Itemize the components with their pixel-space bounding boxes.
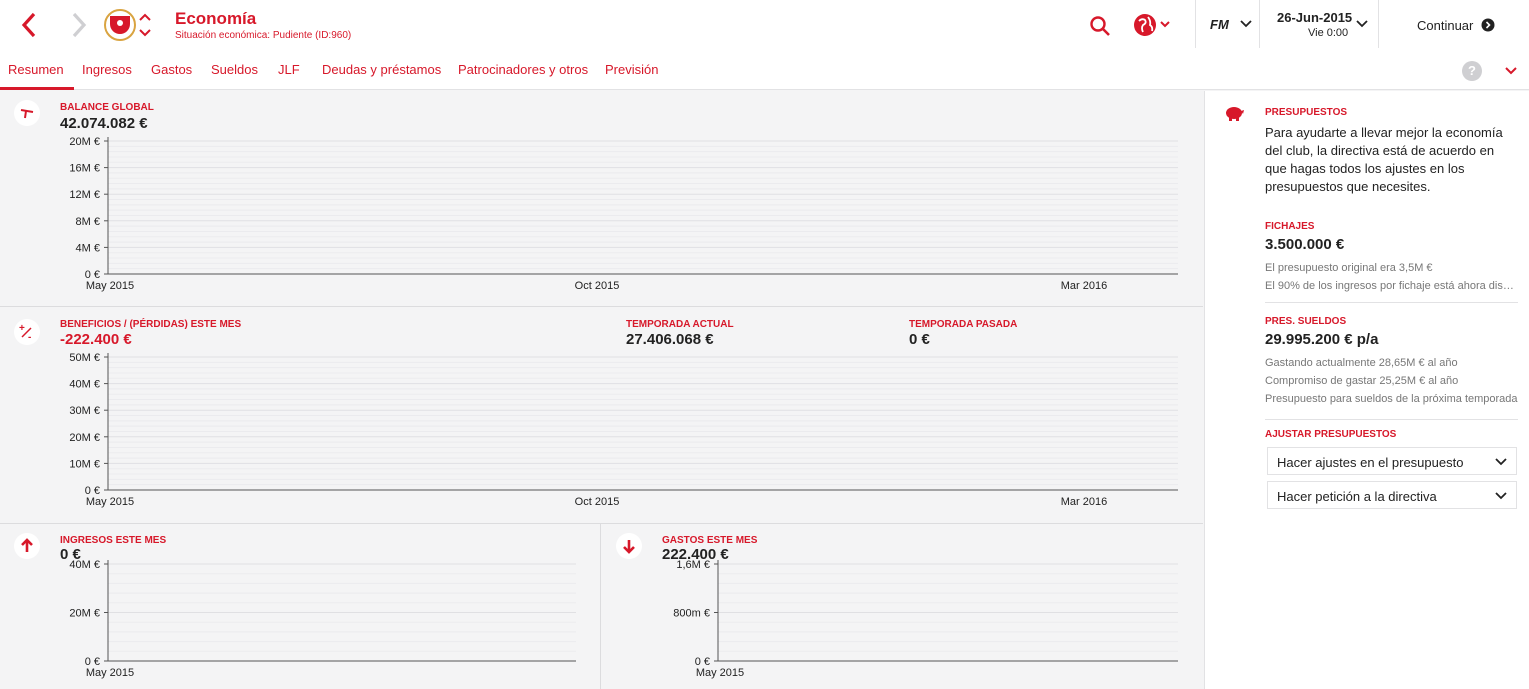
divider <box>1265 302 1518 303</box>
x-tick-label: Mar 2016 <box>1061 496 1107 508</box>
y-tick-label: 800m € <box>673 608 710 620</box>
tab-jlf[interactable]: JLF <box>278 62 300 77</box>
x-tick-label: May 2015 <box>86 667 134 679</box>
page-title: Economía <box>175 9 257 28</box>
fm-logo: FM <box>1210 17 1229 32</box>
date-menu[interactable]: 26-Jun-2015 Vie 0:00 <box>1259 0 1378 48</box>
adjust-budget-dropdown[interactable]: Hacer ajustes en el presupuesto <box>1267 447 1517 475</box>
top-bar: Economía Situación económica: Pudiente (… <box>0 0 1529 52</box>
current-time: Vie 0:00 <box>1308 27 1349 39</box>
y-tick-label: 10M € <box>69 458 100 470</box>
dropdown-label: Hacer petición a la directiva <box>1277 489 1437 504</box>
wages-note: Compromiso de gastar 25,25M € al año <box>1265 375 1459 387</box>
x-tick-label: May 2015 <box>696 667 744 679</box>
balance-panel: BALANCE GLOBAL 42.074.082 € 0 €4M €8M €1… <box>0 91 1203 307</box>
chevron-down-icon <box>1495 458 1507 466</box>
forward-arrow-icon[interactable] <box>66 10 90 40</box>
tab-prevision[interactable]: Previsión <box>605 62 658 77</box>
transfers-value: 3.500.000 € <box>1265 236 1345 253</box>
profit-chart: 0 €10M €20M €30M €40M €50M €May 2015 Oct … <box>69 352 1178 508</box>
wages-label: PRES. SUELDOS <box>1265 316 1347 327</box>
club-switch-icon[interactable] <box>138 12 152 38</box>
chevron-down-icon[interactable] <box>1504 66 1518 76</box>
wages-note: Presupuesto para sueldos de la próxima t… <box>1265 393 1518 405</box>
y-tick-label: 40M € <box>69 559 100 571</box>
plot-area <box>108 560 576 661</box>
dropdown-label: Hacer ajustes en el presupuesto <box>1277 455 1464 470</box>
y-tick-label: 50M € <box>69 352 100 364</box>
continue-label: Continuar <box>1417 18 1474 33</box>
y-tick-label: 20M € <box>69 136 100 148</box>
divider <box>1265 419 1518 420</box>
help-icon[interactable]: ? <box>1462 61 1482 81</box>
chevron-down-icon <box>1495 492 1507 500</box>
page-subtitle: Situación económica: Pudiente (ID:960) <box>175 30 352 41</box>
budget-sidebar: PRESUPUESTOS Para ayudarte a llevar mejo… <box>1204 91 1529 689</box>
chevron-down-icon <box>1356 20 1368 28</box>
y-tick-label: 1,6M € <box>676 559 710 571</box>
income-chart: 0 €20M €40M €May 2015 <box>69 559 576 679</box>
tab-resumen[interactable]: Resumen <box>8 62 64 77</box>
globe-icon[interactable] <box>1133 13 1175 37</box>
wages-value: 29.995.200 € p/a <box>1265 331 1379 348</box>
y-tick-label: 12M € <box>69 189 100 201</box>
tab-patrocinadores[interactable]: Patrocinadores y otros <box>458 62 588 77</box>
y-tick-label: 30M € <box>69 405 100 417</box>
y-tick-label: 40M € <box>69 379 100 391</box>
tab-bar: Resumen Ingresos Gastos Sueldos JLF Deud… <box>0 52 1529 90</box>
current-date: 26-Jun-2015 <box>1277 10 1353 25</box>
x-tick-label: May 2015 <box>86 280 134 292</box>
y-tick-label: 20M € <box>69 432 100 444</box>
balance-chart: 0 €4M €8M €12M €16M €20M €May 2015 Oct 20… <box>69 136 1178 292</box>
transfers-label: FICHAJES <box>1265 221 1315 232</box>
transfers-note: El presupuesto original era 3,5M € <box>1265 262 1433 274</box>
main-content: BALANCE GLOBAL 42.074.082 € 0 €4M €8M €1… <box>0 91 1203 689</box>
x-tick-label: Oct 2015 <box>575 280 620 292</box>
expenses-panel: GASTOS ESTE MES 222.400 € 0 €800m €1,6M … <box>602 524 1203 689</box>
budgets-text: Para ayudarte a llevar mejor la economía… <box>1265 125 1503 194</box>
transfers-note: El 90% de los ingresos por fichaje está … <box>1265 280 1519 292</box>
club-crest-icon[interactable] <box>104 9 136 41</box>
profit-panel: + - BENEFICIOS / (PÉRDIDAS) ESTE MES -222… <box>0 307 1203 524</box>
arrow-circle-icon <box>1481 18 1495 32</box>
budgets-label: PRESUPUESTOS <box>1265 107 1348 118</box>
plot-area <box>108 137 1178 274</box>
tab-ingresos[interactable]: Ingresos <box>82 62 132 77</box>
income-panel: INGRESOS ESTE MES 0 € 0 €20M €40M € May 2… <box>0 524 601 689</box>
search-icon[interactable] <box>1089 15 1111 37</box>
adjust-budgets-label: AJUSTAR PRESUPUESTOS <box>1265 429 1397 440</box>
active-tab-indicator <box>0 87 74 90</box>
back-arrow-icon[interactable] <box>18 10 42 40</box>
piggy-bank-icon <box>1226 107 1244 121</box>
y-tick-label: 16M € <box>69 163 100 175</box>
plot-area <box>718 560 1178 661</box>
y-tick-label: 20M € <box>69 608 100 620</box>
plot-area <box>108 353 1178 490</box>
fm-menu[interactable]: FM <box>1195 0 1259 48</box>
tab-deudas[interactable]: Deudas y préstamos <box>322 62 441 77</box>
expenses-chart: 0 €800m €1,6M €May 2015 <box>673 559 1178 679</box>
y-tick-label: 8M € <box>76 216 100 228</box>
continue-button[interactable]: Continuar <box>1378 0 1529 48</box>
board-request-dropdown[interactable]: Hacer petición a la directiva <box>1267 481 1517 509</box>
x-tick-label: May 2015 <box>86 496 134 508</box>
chevron-down-icon <box>1240 20 1252 28</box>
tab-gastos[interactable]: Gastos <box>151 62 192 77</box>
x-tick-label: Mar 2016 <box>1061 280 1107 292</box>
wages-note: Gastando actualmente 28,65M € al año <box>1265 357 1458 369</box>
tab-sueldos[interactable]: Sueldos <box>211 62 258 77</box>
x-tick-label: Oct 2015 <box>575 496 620 508</box>
y-tick-label: 4M € <box>76 242 100 254</box>
